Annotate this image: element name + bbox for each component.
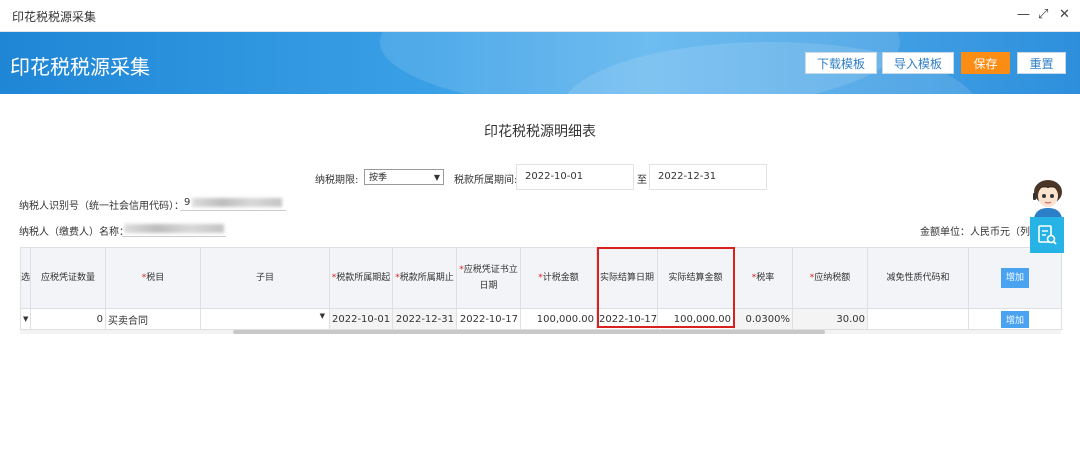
header-voucher-count: 应税凭证数量 <box>30 247 106 309</box>
cell-voucher-count[interactable]: 0 <box>30 308 106 330</box>
header-tax-payable: *应纳税额 <box>792 247 868 309</box>
header-tax-rate: *税率 <box>733 247 793 309</box>
import-template-button[interactable]: 导入模板 <box>882 52 954 74</box>
cell-period-start: 2022-10-01 <box>329 308 393 330</box>
window-title: 印花税税源采集 <box>12 10 97 24</box>
taxpayer-name-label: 纳税人（缴费人）名称： <box>19 227 129 238</box>
header-tax-amount: *计税金额 <box>520 247 597 309</box>
period-select[interactable]: 按季 ▼ <box>364 169 444 185</box>
dropdown-arrow-icon: ▼ <box>319 312 325 320</box>
range-separator: 至 <box>637 175 647 186</box>
table-horizontal-scrollbar[interactable] <box>20 330 1061 334</box>
tax-source-table: 选 应税凭证数量 *税目 子目 *税款所属期起 *税款所属期止 *应税凭证书立日… <box>20 247 1062 330</box>
header-voucher-date: *应税凭证书立日期 <box>456 247 521 309</box>
header-sub-item: 子目 <box>200 247 330 309</box>
row-add-button[interactable]: 增加 <box>1000 310 1029 328</box>
end-date-input[interactable]: 2022-12-31 <box>649 164 767 190</box>
cell-add: 增加 <box>968 308 1062 330</box>
cell-relief-code[interactable] <box>867 308 969 330</box>
cell-settle-amount[interactable]: 100,000.00 <box>657 308 734 330</box>
assistant-avatar-icon[interactable] <box>1028 178 1068 218</box>
dropdown-arrow-icon: ▼ <box>433 173 440 182</box>
reset-button[interactable]: 重置 <box>1017 52 1066 74</box>
field-underline <box>122 236 226 237</box>
header-settle-amount: 实际结算金额 <box>657 247 734 309</box>
header-add: 增加 <box>968 247 1062 309</box>
redacted-taxpayer-id <box>192 198 282 207</box>
amount-unit: 金额单位：人民币元（列至 <box>920 227 1040 238</box>
row-select-toggle[interactable]: ▼ <box>20 308 31 330</box>
scrollbar-thumb[interactable] <box>233 330 825 334</box>
cell-tax-item[interactable]: 买卖合同 <box>105 308 201 330</box>
header-tax-item: *税目 <box>105 247 201 309</box>
cell-period-end: 2022-12-31 <box>392 308 457 330</box>
range-label: 税款所属期间: <box>454 175 518 186</box>
redacted-taxpayer-name <box>124 224 224 233</box>
header-period-end: *税款所属期止 <box>392 247 457 309</box>
close-icon[interactable]: ✕ <box>1059 7 1070 22</box>
save-button[interactable]: 保存 <box>961 52 1010 74</box>
period-label: 纳税期限: <box>315 175 359 186</box>
window-titlebar: 印花税税源采集 — ⤢ ✕ <box>0 0 1080 32</box>
minimize-icon[interactable]: — <box>1017 7 1030 22</box>
page-title: 印花税税源采集 <box>10 55 150 79</box>
cell-voucher-date[interactable]: 2022-10-17 <box>456 308 521 330</box>
header-relief-code: 减免性质代码和 <box>867 247 969 309</box>
cell-tax-amount[interactable]: 100,000.00 <box>520 308 597 330</box>
taxpayer-id-label: 纳税人识别号（统一社会信用代码）： <box>19 201 184 212</box>
form-assist-button[interactable] <box>1030 217 1064 253</box>
period-select-value: 按季 <box>369 173 388 183</box>
form-title: 印花税税源明细表 <box>484 124 596 140</box>
cell-tax-rate: 0.0300% <box>733 308 793 330</box>
taxpayer-id-value: 9 <box>184 197 191 208</box>
document-search-icon <box>1038 225 1057 245</box>
header-select: 选 <box>20 247 31 309</box>
cell-sub-item-select[interactable]: ▼ <box>200 308 330 330</box>
table-header-row: 选 应税凭证数量 *税目 子目 *税款所属期起 *税款所属期止 *应税凭证书立日… <box>20 247 1062 309</box>
field-underline <box>180 210 286 211</box>
header-add-button[interactable]: 增加 <box>1000 268 1029 288</box>
cell-settle-date[interactable]: 2022-10-17 <box>596 308 658 330</box>
start-date-input[interactable]: 2022-10-01 <box>516 164 634 190</box>
header-period-start: *税款所属期起 <box>329 247 393 309</box>
maximize-icon[interactable]: ⤢ <box>1038 7 1048 22</box>
cell-tax-payable: 30.00 <box>792 308 868 330</box>
header-settle-date: 实际结算日期 <box>596 247 658 309</box>
download-template-button[interactable]: 下载模板 <box>805 52 877 74</box>
table-row: ▼ 0 买卖合同 ▼ 2022-10-01 2022-12-31 2022-10… <box>20 308 1062 330</box>
